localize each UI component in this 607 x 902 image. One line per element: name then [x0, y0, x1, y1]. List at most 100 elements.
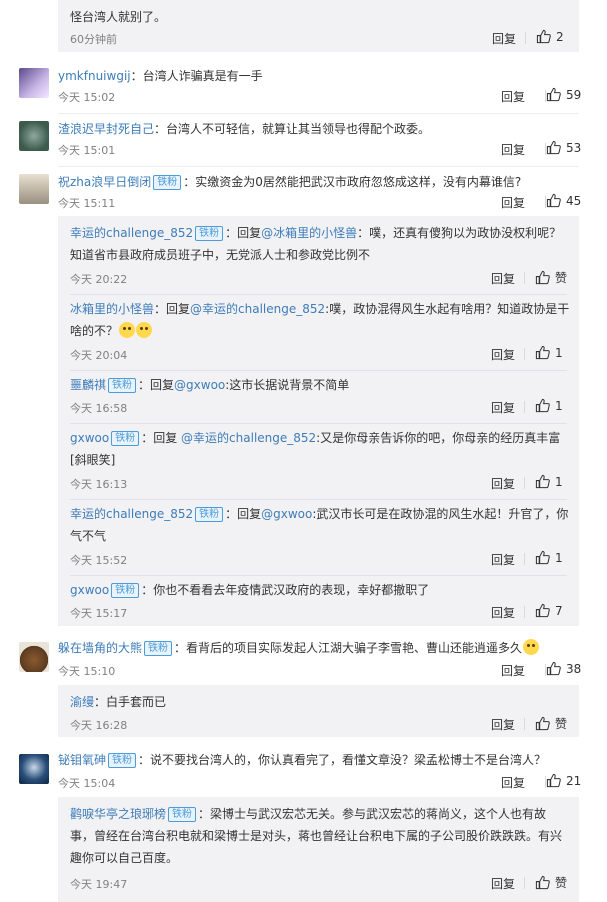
thumbs-up-icon [535, 875, 550, 890]
reply-button[interactable]: 回复 [491, 346, 515, 363]
like-button[interactable]: 1 [535, 398, 563, 413]
like-button[interactable]: 赞 [535, 269, 567, 286]
reply-username[interactable]: gxwoo [70, 583, 109, 597]
like-button[interactable]: 38 [546, 661, 581, 676]
like-count: 38 [566, 661, 582, 676]
fan-badge: 铁粉 [195, 507, 224, 522]
thumbs-up-icon [546, 773, 561, 788]
reply-time: 60分钟前 [70, 33, 117, 46]
like-button[interactable]: 1 [535, 474, 563, 489]
avatar[interactable] [19, 68, 49, 98]
reply-username[interactable]: 鹳唳华亭之琅琊榜 [70, 807, 166, 821]
like-button[interactable]: 1 [535, 550, 563, 565]
like-button[interactable]: 7 [535, 603, 563, 618]
fan-badge: 铁粉 [168, 807, 197, 822]
like-button[interactable]: 59 [546, 87, 581, 102]
reply-button[interactable]: 回复 [491, 270, 515, 287]
thumbs-up-icon [535, 270, 550, 285]
like-count: 45 [566, 193, 582, 208]
reply-button[interactable]: 回复 [492, 30, 516, 47]
divider [524, 272, 525, 284]
reply-button[interactable]: 回复 [491, 399, 515, 416]
thumbs-up-icon [535, 398, 550, 413]
reply-username[interactable]: gxwoo [70, 431, 109, 445]
avatar[interactable] [19, 121, 49, 151]
reply-button[interactable]: 回复 [491, 875, 515, 892]
like-button[interactable]: 1 [535, 345, 563, 360]
divider [524, 477, 525, 489]
divider-line [70, 370, 567, 371]
reply-button[interactable]: 回复 [501, 662, 525, 679]
reply-prefix: ：回复 [138, 378, 175, 392]
reply-username[interactable]: 幸运的challenge_852 [70, 226, 193, 240]
like-count: 1 [555, 398, 563, 413]
fan-badge: 铁粉 [111, 431, 140, 446]
comment-username[interactable]: ymkfnuiwgij [58, 69, 131, 83]
avatar[interactable] [19, 754, 49, 784]
divider-line [70, 575, 567, 576]
comment-text: ：台湾人诈骗真是有一手 [130, 69, 263, 83]
thumbs-up-icon [535, 474, 550, 489]
reply-item: 幸运的challenge_852 铁粉 ：回复@gxwoo:武汉市长可是在政协混的风… [70, 503, 570, 547]
comment-item: 铋钼氧砷 铁粉 ：说不要找台湾人的，你认真看完了，看懂文章没？梁孟松博士不是台湾人？… [0, 750, 607, 792]
like-button[interactable]: 53 [546, 140, 581, 155]
mention-link[interactable]: @gxwoo [174, 378, 225, 392]
reply-time: 今天 20:22 [70, 273, 128, 286]
mention-link[interactable]: @gxwoo [261, 507, 312, 521]
comment-username[interactable]: 渣浪迟早封死自己 [58, 122, 154, 136]
like-button[interactable]: 2 [536, 29, 564, 44]
like-count: 7 [555, 603, 563, 618]
reply-button[interactable]: 回复 [491, 716, 515, 733]
avatar[interactable] [19, 642, 49, 672]
comment-item: ymkfnuiwgij：台湾人诈骗真是有一手 今天 15:02 回复 59 [0, 66, 607, 116]
like-button[interactable]: 赞 [535, 715, 567, 732]
reply-username[interactable]: 渝缦 [70, 695, 94, 709]
comment-username[interactable]: 祝zha浪早日倒闭 [58, 175, 151, 189]
like-button[interactable]: 赞 [535, 874, 567, 891]
avatar[interactable] [19, 174, 49, 204]
comment-username[interactable]: 躲在墙角的大熊 [58, 641, 142, 655]
reply-button[interactable]: 回复 [491, 475, 515, 492]
reply-item: 冰箱里的小怪兽：回复@幸运的challenge_852:噗，政协混得风生水起有啥… [70, 298, 570, 342]
divider-line [70, 499, 567, 500]
comment-item: 躲在墙角的大熊 铁粉 ：看背后的项目实际发起人江湖大骗子李雪艳、曹山还能逍遥多久 今… [0, 638, 607, 680]
reply-button[interactable]: 回复 [501, 194, 525, 211]
like-button[interactable]: 21 [546, 773, 581, 788]
comment-time: 今天 15:02 [58, 91, 116, 104]
reply-button[interactable]: 回复 [491, 604, 515, 621]
comment-time: 今天 15:10 [58, 665, 116, 678]
like-count: 2 [556, 29, 564, 44]
like-button[interactable]: 45 [546, 193, 581, 208]
mention-link[interactable]: @冰箱里的小怪兽 [261, 226, 357, 240]
reply-list: 渝缦：白手套而已 今天 16:28 回复 赞 [58, 685, 579, 737]
thumbs-up-icon [535, 716, 550, 731]
reply-button[interactable]: 回复 [501, 141, 525, 158]
like-count: 53 [566, 140, 582, 155]
comment-item: 渣浪迟早封死自己：台湾人不可轻信，就算让其当领导也得配个政委。 今天 15:01… [0, 119, 607, 169]
reply-list: 鹳唳华亭之琅琊榜 铁粉 ：梁博士与武汉宏芯无关。参与武汉宏芯的蒋尚义，这个人也有故事… [58, 797, 579, 902]
reply-button[interactable]: 回复 [501, 774, 525, 791]
reply-item: 鹳唳华亭之琅琊榜 铁粉 ：梁博士与武汉宏芯无关。参与武汉宏芯的蒋尚义，这个人也有故事… [70, 803, 570, 869]
reply-item: 噩麟祺 铁粉 ：回复@gxwoo:这市长据说背景不简单 [70, 374, 570, 396]
reply-button[interactable]: 回复 [491, 551, 515, 568]
comment-item: 祝zha浪早日倒闭 铁粉 ：实缴资金为0居然能把武汉市政府忽悠成这样，没有内幕谁信?… [0, 172, 607, 212]
reply-username[interactable]: 冰箱里的小怪兽 [70, 302, 154, 316]
divider-line [70, 423, 567, 424]
reply-text: :这市长据说背景不简单 [225, 378, 350, 392]
mention-link[interactable]: @幸运的challenge_852 [190, 302, 325, 316]
reply-list: 幸运的challenge_852 铁粉 ：回复@冰箱里的小怪兽：噗，还真有傻狗以为政… [58, 216, 579, 626]
comment-username[interactable]: 铋钼氧砷 [58, 753, 106, 767]
divider-line [70, 294, 567, 295]
like-count: 赞 [555, 876, 568, 890]
reply-prefix: ：回复 [225, 507, 262, 521]
reply-button[interactable]: 回复 [501, 88, 525, 105]
mention-link[interactable]: @幸运的challenge_852 [181, 431, 316, 445]
reply-time: 今天 16:58 [70, 402, 128, 415]
divider [524, 348, 525, 360]
reply-text: 怪台湾人就别了。 [70, 10, 167, 24]
reply-username[interactable]: 噩麟祺 [70, 378, 106, 392]
fan-badge: 铁粉 [111, 583, 140, 598]
fan-badge: 铁粉 [195, 226, 224, 241]
reply-username[interactable]: 幸运的challenge_852 [70, 507, 193, 521]
divider-line [58, 113, 579, 114]
